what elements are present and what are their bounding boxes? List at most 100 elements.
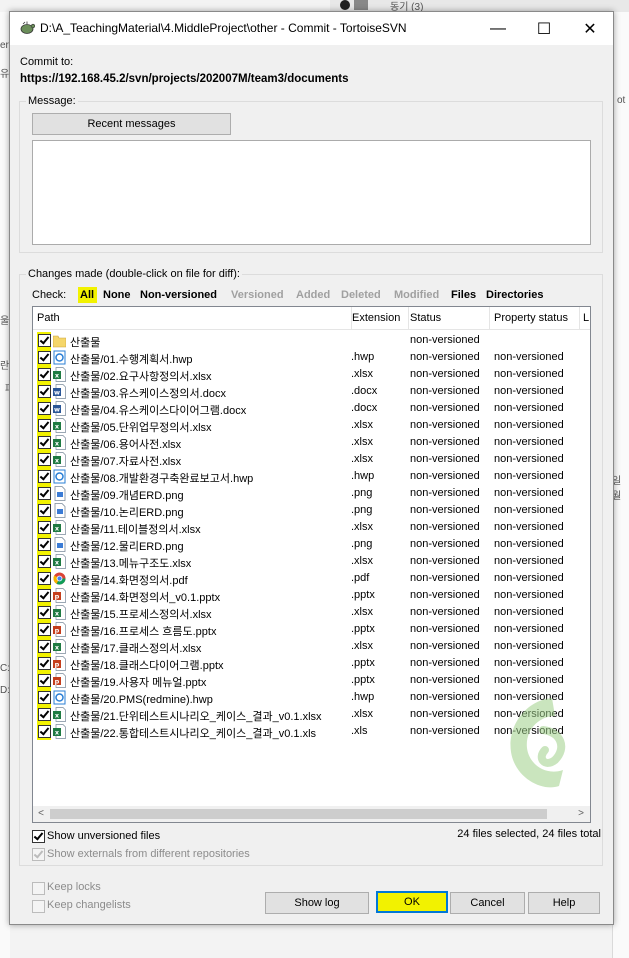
row-checkbox[interactable] [38, 470, 51, 483]
row-checkbox[interactable] [38, 521, 51, 534]
row-property-status: non-versioned [494, 436, 564, 448]
show-unversioned-label: Show unversioned files [47, 830, 161, 842]
filter-modified: Modified [394, 289, 440, 301]
row-checkbox[interactable] [38, 640, 51, 653]
ok-button[interactable]: OK [376, 891, 448, 913]
table-row[interactable]: p 산출물/18.클래스다이어그램.pptx .pptx non-versioned n… [33, 655, 590, 672]
message-input[interactable] [32, 140, 591, 245]
table-row[interactable]: 산출물 non-versioned [33, 332, 590, 349]
row-checkbox[interactable] [38, 334, 51, 347]
table-row[interactable]: x 산출물/07.자료사전.xlsx .xlsx non-versioned non-v… [33, 451, 590, 468]
table-row[interactable]: x 산출물/11.테이블정의서.xlsx .xlsx non-versioned non… [33, 519, 590, 536]
row-checkbox[interactable] [38, 623, 51, 636]
row-property-status: non-versioned [494, 521, 564, 533]
close-button[interactable]: ✕ [567, 12, 613, 45]
hwp-file-icon [53, 469, 66, 484]
row-extension: .xlsx [351, 606, 373, 618]
filter-files[interactable]: Files [451, 289, 476, 301]
repository-url: https://192.168.45.2/svn/projects/202007… [20, 73, 349, 85]
row-extension: .hwp [351, 470, 375, 482]
row-extension: .xlsx [351, 708, 373, 720]
show-log-button[interactable]: Show log [265, 892, 369, 914]
row-path: 산출물/07.자료사전.xlsx [70, 456, 182, 468]
row-status: non-versioned [410, 572, 480, 584]
row-property-status: non-versioned [494, 470, 564, 482]
table-row[interactable]: x 산출물/05.단위업무정의서.xlsx .xlsx non-versioned no… [33, 417, 590, 434]
column-header-property-status[interactable]: Property status [490, 307, 580, 329]
column-header-extension[interactable]: Extension [348, 307, 409, 329]
table-row[interactable]: x 산출물/02.요구사항정의서.xlsx .xlsx non-versioned no… [33, 366, 590, 383]
column-header-lock[interactable]: L [579, 307, 590, 329]
background-text: 란 [0, 361, 10, 372]
table-row[interactable]: w 산출물/04.유스케이스다이어그램.docx .docx non-versione… [33, 400, 590, 417]
row-property-status: non-versioned [494, 368, 564, 380]
row-checkbox[interactable] [38, 691, 51, 704]
row-checkbox[interactable] [38, 385, 51, 398]
table-row[interactable]: 산출물/09.개념ERD.png .png non-versioned non-ver… [33, 485, 590, 502]
table-row[interactable]: 산출물/12.물리ERD.png .png non-versioned non-ver… [33, 536, 590, 553]
row-checkbox[interactable] [38, 606, 51, 619]
scroll-left-icon[interactable]: < [33, 807, 49, 821]
row-checkbox[interactable] [38, 419, 51, 432]
row-status: non-versioned [410, 691, 480, 703]
table-row[interactable]: x 산출물/17.클래스정의서.xlsx .xlsx non-versioned non… [33, 638, 590, 655]
svg-text:p: p [55, 661, 60, 669]
table-row[interactable]: x 산출물/06.용어사전.xlsx .xlsx non-versioned non-v… [33, 434, 590, 451]
table-row[interactable]: 산출물/08.개발환경구축완료보고서.hwp .hwp non-versioned n… [33, 468, 590, 485]
table-row[interactable]: p 산출물/19.사용자 메뉴얼.pptx .pptx non-versioned no… [33, 672, 590, 689]
table-row[interactable]: 산출물/01.수행계획서.hwp .hwp non-versioned non-ver… [33, 349, 590, 366]
table-row[interactable]: w 산출물/03.유스케이스정의서.docx .docx non-versioned n… [33, 383, 590, 400]
row-path: 산출물/03.유스케이스정의서.docx [70, 388, 226, 400]
excel-file-icon: x [53, 520, 66, 535]
filter-none[interactable]: None [103, 289, 131, 301]
scrollbar-thumb[interactable] [50, 809, 547, 819]
recent-messages-button[interactable]: Recent messages [32, 113, 231, 135]
row-checkbox[interactable] [38, 657, 51, 670]
excel-file-icon: x [53, 707, 66, 722]
title-bar[interactable]: D:\A_TeachingMaterial\4.MiddleProject\ot… [10, 12, 613, 45]
row-checkbox[interactable] [38, 436, 51, 449]
row-checkbox[interactable] [38, 555, 51, 568]
row-checkbox[interactable] [38, 674, 51, 687]
row-checkbox[interactable] [38, 725, 51, 738]
row-checkbox[interactable] [38, 453, 51, 466]
maximize-button[interactable]: ☐ [521, 12, 567, 45]
row-checkbox[interactable] [38, 708, 51, 721]
row-checkbox[interactable] [38, 368, 51, 381]
horizontal-scrollbar[interactable]: < > [33, 806, 590, 822]
column-header-path[interactable]: Path [33, 307, 352, 329]
row-extension: .xlsx [351, 436, 373, 448]
row-path: 산출물/09.개념ERD.png [70, 490, 184, 502]
image-file-icon [54, 486, 66, 501]
table-row[interactable]: p 산출물/14.화면정의서_v0.1.pptx .pptx non-versione… [33, 587, 590, 604]
table-row[interactable]: 산출물/14.화면정의서.pdf .pdf non-versioned non-ver… [33, 570, 590, 587]
table-row[interactable]: p 산출물/16.프로세스 흐름도.pptx .pptx non-versioned n… [33, 621, 590, 638]
table-row[interactable]: x 산출물/13.메뉴구조도.xlsx .xlsx non-versioned non-… [33, 553, 590, 570]
row-property-status: non-versioned [494, 623, 564, 635]
row-checkbox[interactable] [38, 589, 51, 602]
row-path: 산출물/19.사용자 메뉴얼.pptx [70, 677, 207, 689]
commit-dialog: D:\A_TeachingMaterial\4.MiddleProject\ot… [9, 11, 614, 925]
minimize-button[interactable]: — [475, 12, 521, 45]
avatar [340, 0, 350, 10]
filter-all[interactable]: All [80, 289, 94, 301]
show-unversioned-checkbox[interactable] [32, 830, 45, 843]
row-checkbox[interactable] [38, 538, 51, 551]
row-path: 산출물/21.단위테스트시나리오_케이스_결과_v0.1.xlsx [70, 711, 322, 723]
cancel-button[interactable]: Cancel [450, 892, 525, 914]
row-checkbox[interactable] [38, 402, 51, 415]
table-row[interactable]: x 산출물/15.프로세스정의서.xlsx .xlsx non-versioned no… [33, 604, 590, 621]
column-header-status[interactable]: Status [406, 307, 490, 329]
row-checkbox[interactable] [38, 351, 51, 364]
table-row[interactable]: 산출물/10.논리ERD.png .png non-versioned non-ver… [33, 502, 590, 519]
row-checkbox[interactable] [38, 504, 51, 517]
row-checkbox[interactable] [38, 487, 51, 500]
filter-directories[interactable]: Directories [486, 289, 543, 301]
help-button[interactable]: Help [528, 892, 600, 914]
row-status: non-versioned [410, 640, 480, 652]
row-property-status: non-versioned [494, 402, 564, 414]
scroll-right-icon[interactable]: > [573, 807, 589, 821]
row-checkbox[interactable] [38, 572, 51, 585]
filter-non-versioned[interactable]: Non-versioned [140, 289, 217, 301]
powerpoint-file-icon: p [53, 673, 66, 688]
